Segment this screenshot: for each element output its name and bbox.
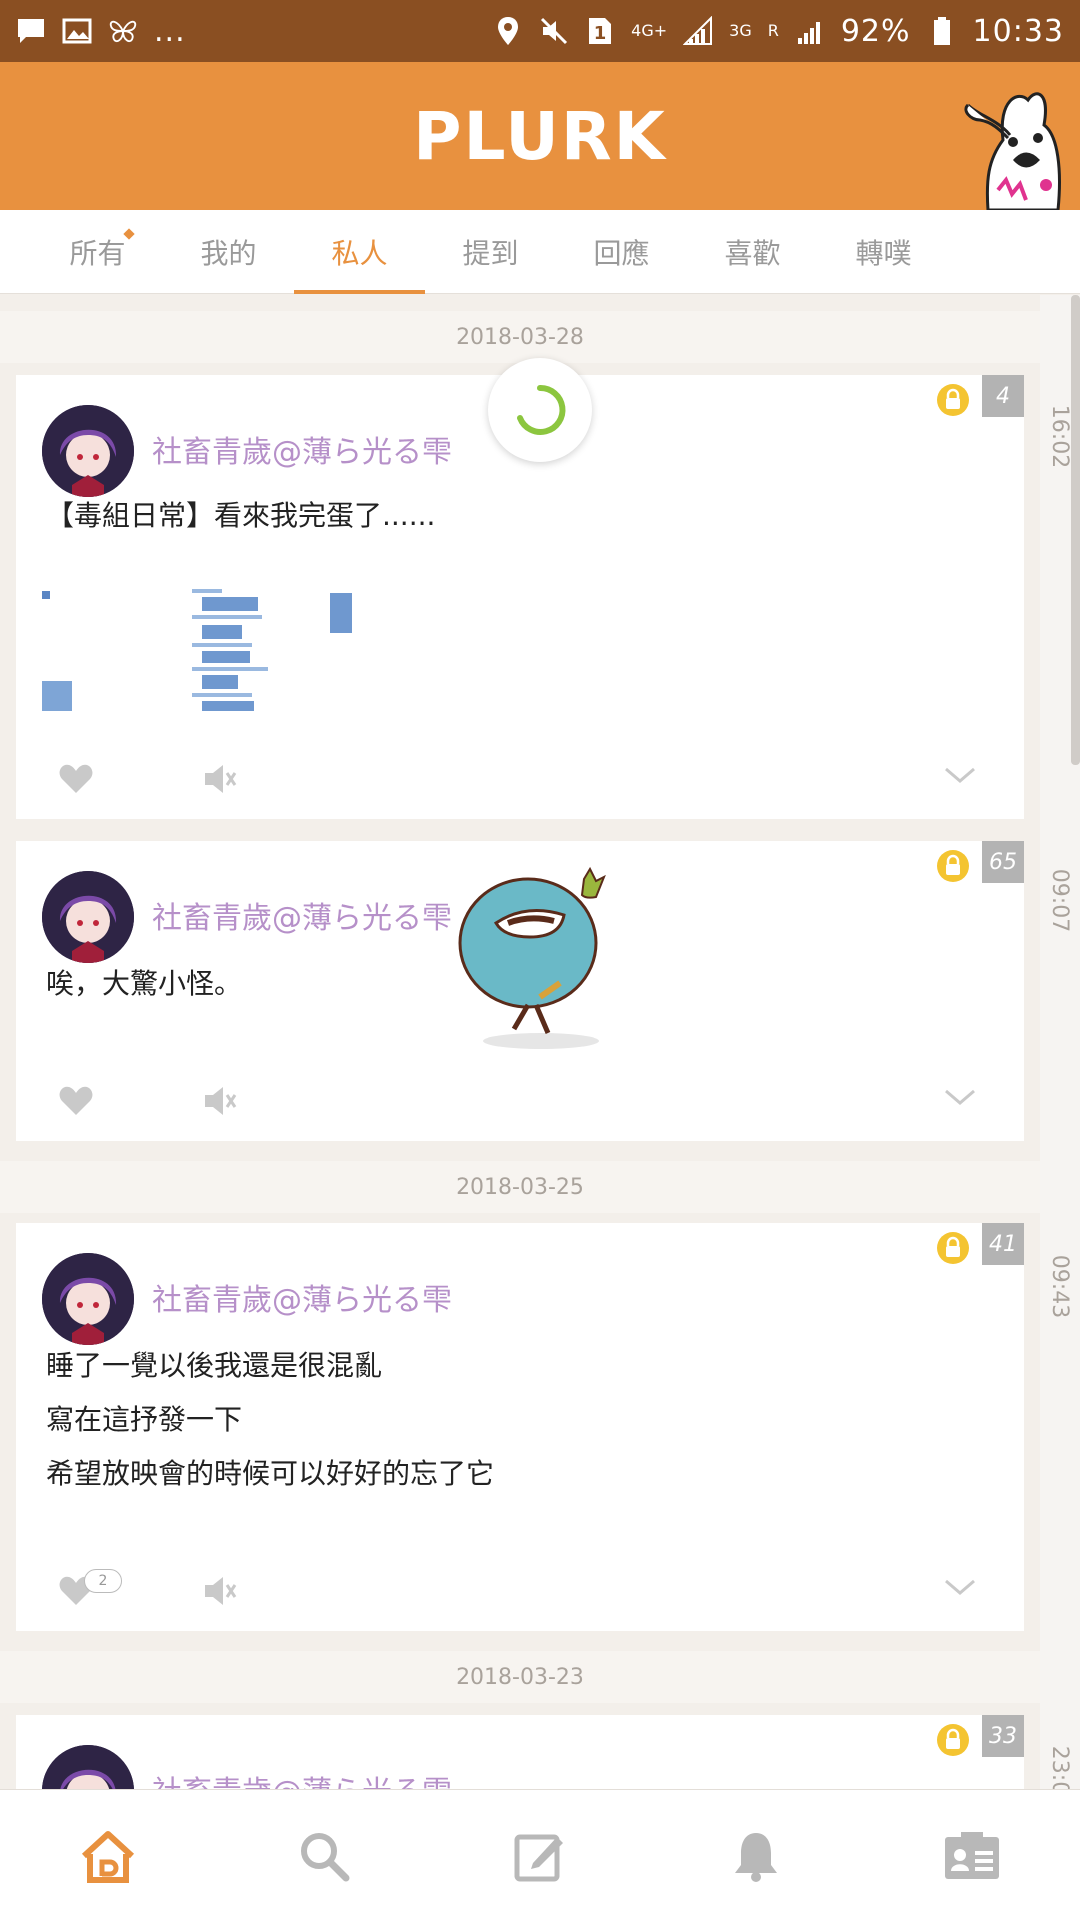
mute-button[interactable] xyxy=(200,1571,240,1611)
lock-icon xyxy=(937,1232,969,1264)
avatar[interactable] xyxy=(42,405,134,497)
response-count[interactable]: 33 xyxy=(982,1715,1024,1757)
rail-time: 16:02 xyxy=(1047,404,1073,468)
timeline-tabs: 所有 我的 私人 提到 回應 喜歡 轉噗 xyxy=(0,210,1080,294)
tab-mentions[interactable]: 提到 xyxy=(425,210,556,294)
tab-replurks[interactable]: 轉噗 xyxy=(818,210,949,294)
search-icon xyxy=(301,1832,350,1881)
plurk-card[interactable]: 社畜青歲@薄ら光る雫 唉，大驚小怪。 65 xyxy=(16,841,1024,1141)
date-separator: 2018-03-25 xyxy=(0,1161,1040,1213)
avatar[interactable] xyxy=(42,1745,134,1789)
battery-icon xyxy=(927,16,957,46)
response-count[interactable]: 4 xyxy=(982,375,1024,417)
home-icon xyxy=(81,1830,135,1883)
plurk-logo: PLURK xyxy=(413,97,667,175)
loading-spinner xyxy=(488,358,592,462)
signal-icon-2 xyxy=(795,16,825,46)
plurk-card[interactable]: 社畜青歲@薄ら光る雫 睡了一覺以後我還是很混亂 寫在這抒發一下 希望放映會的時候… xyxy=(16,1223,1024,1631)
network-4g-label: 4G+ xyxy=(631,21,668,40)
rail-time: 09:07 xyxy=(1047,868,1073,932)
expand-chevron-icon[interactable] xyxy=(940,1077,980,1117)
rail-time: 09:43 xyxy=(1047,1254,1073,1318)
tab-mine[interactable]: 我的 xyxy=(163,210,294,294)
nickname[interactable]: 社畜青歲@薄ら光る雫 xyxy=(152,1767,452,1789)
plurk-content: 睡了一覺以後我還是很混亂 寫在這抒發一下 希望放映會的時候可以好好的忘了它 xyxy=(46,1349,495,1490)
nav-profile[interactable] xyxy=(932,1816,1012,1896)
roaming-label: R xyxy=(767,21,779,40)
network-3g-label: 3G xyxy=(729,21,752,40)
response-count[interactable]: 41 xyxy=(982,1223,1024,1265)
expand-chevron-icon[interactable] xyxy=(940,1567,980,1607)
signal-icon xyxy=(683,16,713,46)
date-separator: 2018-03-28 xyxy=(0,311,1040,363)
bottom-nav xyxy=(0,1789,1080,1921)
mute-button[interactable] xyxy=(200,759,240,799)
date-separator: 2018-03-23 xyxy=(0,1651,1040,1703)
like-button[interactable] xyxy=(56,759,96,799)
screenshot-thumbnails[interactable] xyxy=(42,585,382,715)
plurk-mascot-icon[interactable] xyxy=(958,80,1068,210)
status-bar: ... 1 4G+ 3G R 92% 10:33 xyxy=(0,0,1080,62)
plurk-content: 唉，大驚小怪。 xyxy=(46,967,243,1000)
profile-card-icon xyxy=(945,1831,999,1879)
response-count[interactable]: 65 xyxy=(982,841,1024,883)
more-notifications: ... xyxy=(154,13,186,49)
lock-icon xyxy=(937,850,969,882)
compose-icon xyxy=(514,1834,563,1881)
avatar[interactable] xyxy=(42,871,134,963)
nickname[interactable]: 社畜青歲@薄ら光る雫 xyxy=(152,893,452,937)
location-icon xyxy=(493,16,523,46)
nav-compose[interactable] xyxy=(500,1816,580,1896)
tab-likes[interactable]: 喜歡 xyxy=(687,210,818,294)
lock-icon xyxy=(937,1724,969,1756)
tab-all[interactable]: 所有 xyxy=(32,210,163,294)
lock-icon xyxy=(937,384,969,416)
nav-search[interactable] xyxy=(284,1816,364,1896)
like-button[interactable] xyxy=(56,1081,96,1121)
like-count: 2 xyxy=(84,1569,122,1593)
tab-responses[interactable]: 回應 xyxy=(556,210,687,294)
mute-button[interactable] xyxy=(200,1081,240,1121)
nav-home[interactable] xyxy=(68,1816,148,1896)
expand-chevron-icon[interactable] xyxy=(940,755,980,795)
sim-icon: 1 xyxy=(585,16,615,46)
mute-icon xyxy=(539,16,569,46)
nickname[interactable]: 社畜青歲@薄ら光る雫 xyxy=(152,427,452,471)
battery-percentage: 92% xyxy=(840,13,911,49)
nickname[interactable]: 社畜青歲@薄ら光る雫 xyxy=(152,1275,452,1319)
nav-notifications[interactable] xyxy=(716,1816,796,1896)
monster-sticker[interactable] xyxy=(456,865,616,1055)
clock: 10:33 xyxy=(972,13,1064,49)
timeline[interactable]: 2018-03-28 社畜青歲@薄ら光る雫 【毒組日常】看來我完蛋了...... xyxy=(0,295,1040,1789)
plurk-card[interactable]: 社畜青歲@薄ら光る雫 33 xyxy=(16,1715,1024,1789)
avatar[interactable] xyxy=(42,1253,134,1345)
plurk-content: 【毒組日常】看來我完蛋了...... xyxy=(46,499,436,532)
tab-private[interactable]: 私人 xyxy=(294,210,425,294)
bell-icon xyxy=(735,1832,777,1882)
svg-text:1: 1 xyxy=(594,23,607,44)
app-header: PLURK xyxy=(0,62,1080,210)
butterfly-icon xyxy=(108,16,138,46)
image-icon xyxy=(62,16,92,46)
scrollbar[interactable] xyxy=(1071,295,1080,765)
message-icon xyxy=(16,16,46,46)
